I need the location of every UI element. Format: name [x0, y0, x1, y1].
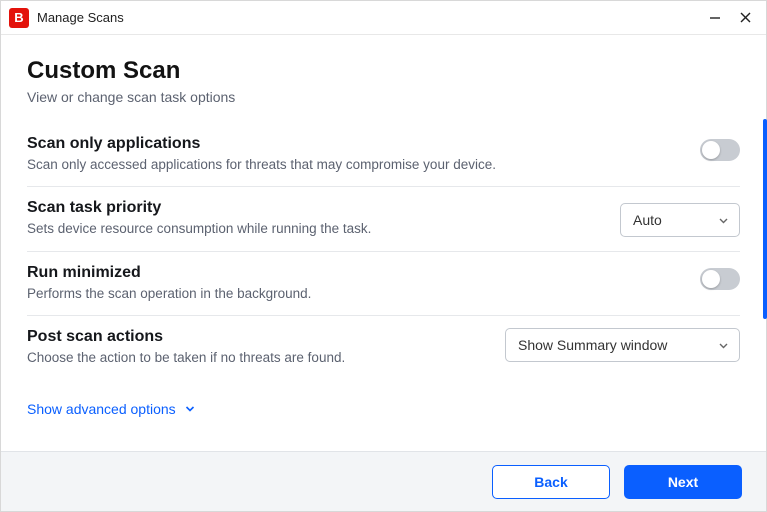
advanced-options-label: Show advanced options	[27, 401, 176, 417]
section-scan-only-applications: Scan only applications Scan only accesse…	[27, 123, 740, 187]
post-scan-select[interactable]: Show Summary window	[505, 328, 740, 362]
titlebar: B Manage Scans	[1, 1, 766, 35]
section-title: Scan only applications	[27, 135, 602, 153]
app-icon-letter: B	[14, 11, 23, 24]
section-scan-task-priority: Scan task priority Sets device resource …	[27, 187, 740, 252]
content-area: Custom Scan View or change scan task opt…	[1, 35, 766, 451]
post-scan-select-value: Show Summary window	[518, 337, 667, 353]
section-run-minimized: Run minimized Performs the scan operatio…	[27, 252, 740, 316]
footer: Back Next	[1, 451, 766, 511]
app-icon: B	[9, 8, 29, 28]
toggle-knob	[702, 141, 720, 159]
chevron-down-icon	[184, 403, 196, 415]
section-title: Post scan actions	[27, 328, 487, 346]
section-description: Sets device resource consumption while r…	[27, 221, 602, 236]
close-icon	[739, 11, 752, 24]
section-description: Scan only accessed applications for thre…	[27, 157, 602, 172]
scroll-indicator	[763, 119, 767, 319]
section-title: Run minimized	[27, 264, 602, 282]
page-subtitle: View or change scan task options	[27, 89, 740, 105]
toggle-knob	[702, 270, 720, 288]
minimize-button[interactable]	[700, 3, 730, 33]
chevron-down-icon	[717, 339, 729, 351]
priority-select[interactable]: Auto	[620, 203, 740, 237]
priority-select-value: Auto	[633, 212, 662, 228]
run-minimized-toggle[interactable]	[700, 268, 740, 290]
minimize-icon	[708, 11, 722, 25]
section-title: Scan task priority	[27, 199, 602, 217]
section-description: Choose the action to be taken if no thre…	[27, 350, 487, 365]
chevron-down-icon	[717, 214, 729, 226]
manage-scans-window: B Manage Scans Custom Scan View or chang…	[0, 0, 767, 512]
section-description: Performs the scan operation in the backg…	[27, 286, 602, 301]
show-advanced-options-link[interactable]: Show advanced options	[27, 401, 196, 417]
window-title: Manage Scans	[37, 10, 124, 25]
page-title: Custom Scan	[27, 57, 740, 85]
section-post-scan-actions: Post scan actions Choose the action to b…	[27, 316, 740, 379]
scan-only-apps-toggle[interactable]	[700, 139, 740, 161]
close-button[interactable]	[730, 3, 760, 33]
next-button[interactable]: Next	[624, 465, 742, 499]
back-button[interactable]: Back	[492, 465, 610, 499]
